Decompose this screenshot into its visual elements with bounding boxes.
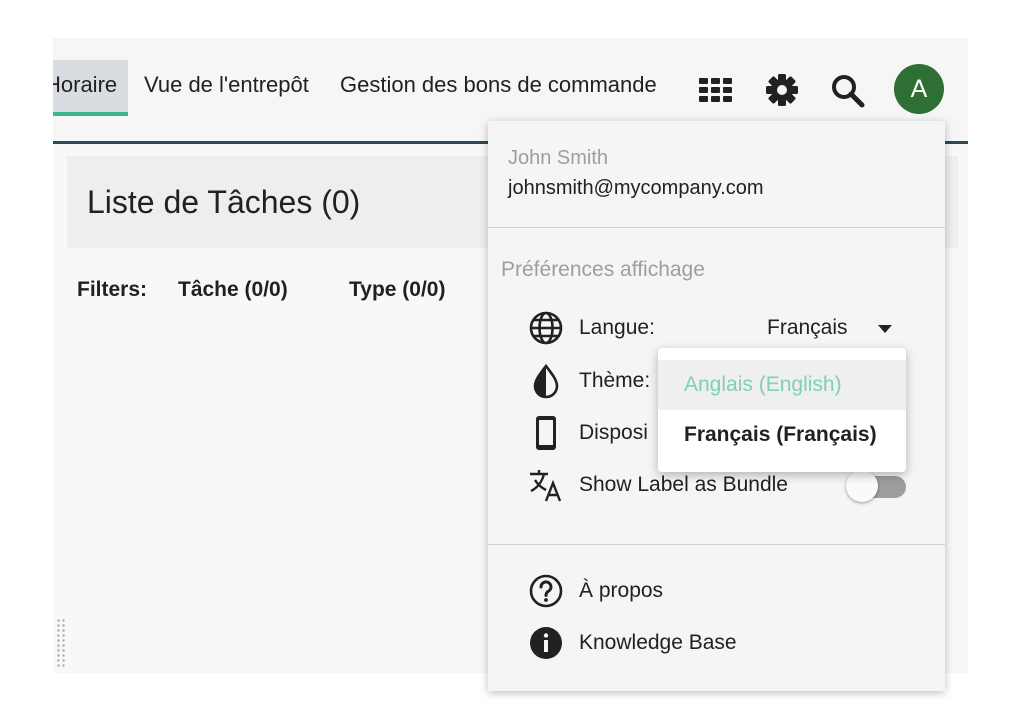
user-avatar[interactable]: A	[894, 64, 944, 114]
resize-grip-handle[interactable]	[56, 618, 66, 668]
caret-down-icon[interactable]	[877, 324, 893, 334]
language-option-english[interactable]: Anglais (English)	[658, 360, 906, 410]
info-icon	[530, 627, 562, 659]
language-select[interactable]: Français	[767, 316, 848, 340]
language-option-francais[interactable]: Français (Français)	[658, 410, 906, 460]
filters-label: Filters:	[77, 278, 148, 301]
about-item[interactable]: À propos	[488, 571, 945, 611]
divider	[488, 544, 945, 545]
language-options-popup: Anglais (English) Français (Français)	[658, 348, 906, 472]
language-row: Langue: Français	[488, 308, 945, 348]
contrast-drop-icon	[533, 363, 559, 399]
tab-gestion-bons-commande[interactable]: Gestion des bons de commande	[340, 60, 657, 116]
translate-icon	[530, 470, 562, 502]
page-title: Liste de Tâches (0)	[87, 184, 361, 220]
language-label: Langue:	[579, 316, 655, 339]
help-circle-icon	[529, 574, 563, 608]
search-icon[interactable]	[829, 72, 865, 108]
knowledge-base-item[interactable]: Knowledge Base	[488, 623, 945, 663]
globe-icon	[529, 311, 563, 345]
tab-horaire[interactable]: Horaire	[53, 60, 128, 116]
user-email: johnsmith@mycompany.com	[508, 177, 764, 199]
theme-label: Thème:	[579, 369, 651, 392]
divider	[488, 227, 945, 228]
apps-grid-icon[interactable]	[698, 72, 734, 108]
knowledge-base-label: Knowledge Base	[579, 631, 737, 654]
filter-tache[interactable]: Tâche (0/0)	[178, 278, 288, 302]
bundle-label: Show Label as Bundle	[579, 473, 788, 496]
filter-type[interactable]: Type (0/0)	[349, 278, 445, 302]
bundle-toggle-knob[interactable]	[846, 470, 878, 502]
display-preferences-heading: Préférences affichage	[501, 258, 705, 281]
user-name: John Smith	[508, 147, 609, 169]
about-label: À propos	[579, 579, 664, 602]
tab-vue-entrepot[interactable]: Vue de l'entrepôt	[144, 60, 309, 116]
device-label: Disposi	[579, 421, 648, 444]
phone-icon	[536, 416, 556, 450]
gear-icon[interactable]	[764, 72, 800, 108]
